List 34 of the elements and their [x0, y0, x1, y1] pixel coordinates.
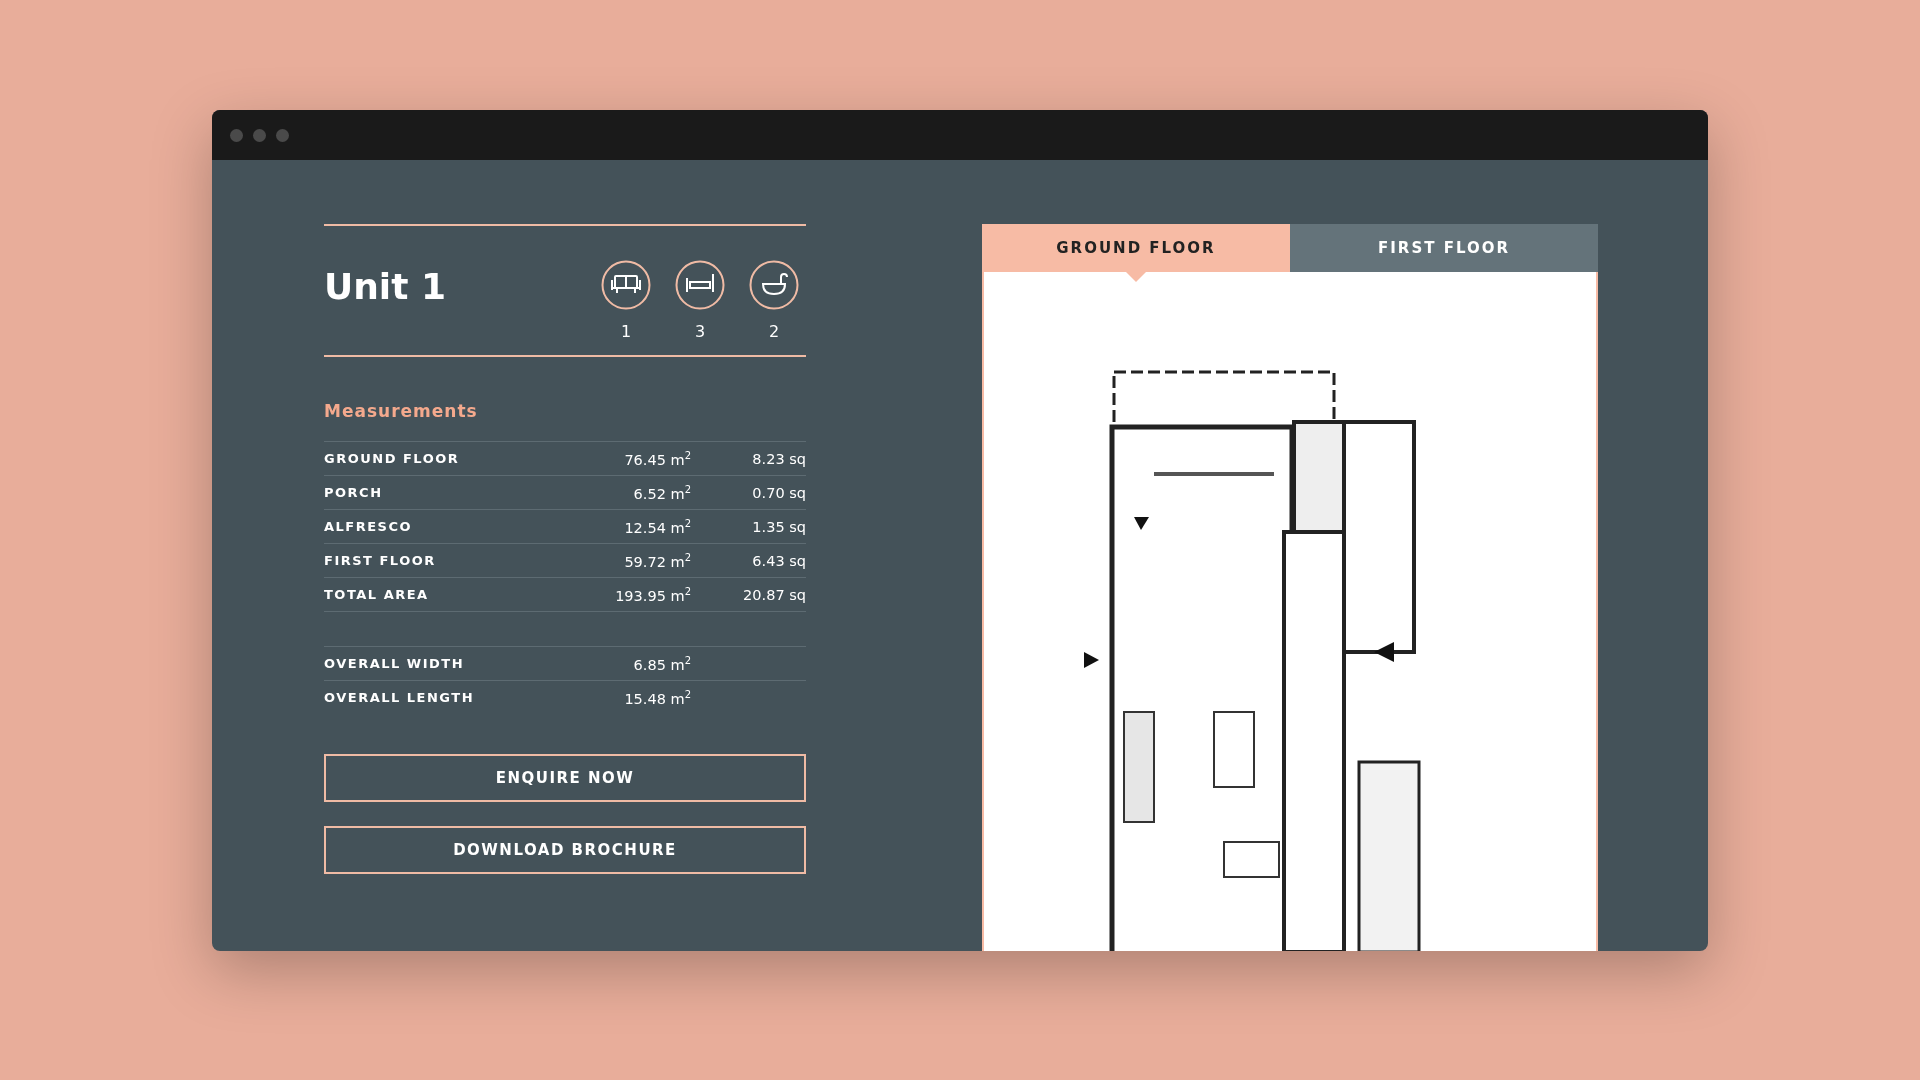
metric-value: 59.72 m$^{2}$ — [623, 551, 691, 570]
row-label: FIRST FLOOR — [324, 553, 437, 568]
row-label: ALFRESCO — [324, 519, 414, 534]
feature-count: 2 — [768, 322, 780, 341]
unit-title: Unit 1 — [324, 266, 446, 307]
metric-value: 6.52 m$^{2}$ — [632, 483, 691, 502]
download-button[interactable]: DOWNLOAD BROCHURE — [324, 826, 806, 874]
row-label: PORCH — [324, 485, 384, 500]
row-label: OVERALL WIDTH — [324, 656, 466, 671]
row-label: OVERALL LENGTH — [324, 690, 476, 705]
imperial-value: 6.43 sq — [751, 552, 806, 569]
feature-count: 3 — [694, 322, 706, 341]
bed-icon — [675, 260, 725, 310]
metric-value: 6.85 m$^{2}$ — [632, 654, 691, 673]
section-heading: Measurements — [324, 401, 479, 421]
imperial-value: 20.87 sq — [742, 586, 806, 603]
metric-value: 193.95 m$^{2}$ — [614, 585, 691, 604]
metric-value: 12.54 m$^{2}$ — [623, 517, 691, 536]
sofa-icon — [601, 260, 651, 310]
imperial-value: 0.70 sq — [751, 484, 806, 501]
imperial-value: 8.23 sq — [751, 450, 806, 467]
metric-value: 76.45 m$^{2}$ — [623, 449, 691, 468]
floor-tab[interactable]: GROUND FLOOR — [982, 224, 1290, 272]
bath-icon — [749, 260, 799, 310]
window-control-icon[interactable] — [230, 128, 243, 142]
window-control-icon[interactable] — [253, 128, 266, 142]
imperial-value: 1.35 sq — [751, 518, 806, 535]
feature-count: 1 — [620, 322, 632, 341]
row-label: TOTAL AREA — [324, 587, 430, 602]
window-control-icon[interactable] — [276, 128, 289, 142]
row-label: GROUND FLOOR — [324, 451, 461, 466]
floor-tab[interactable]: FIRST FLOOR — [1290, 224, 1598, 272]
metric-value: 15.48 m$^{2}$ — [623, 688, 691, 707]
enquire-button[interactable]: ENQUIRE NOW — [324, 754, 806, 802]
